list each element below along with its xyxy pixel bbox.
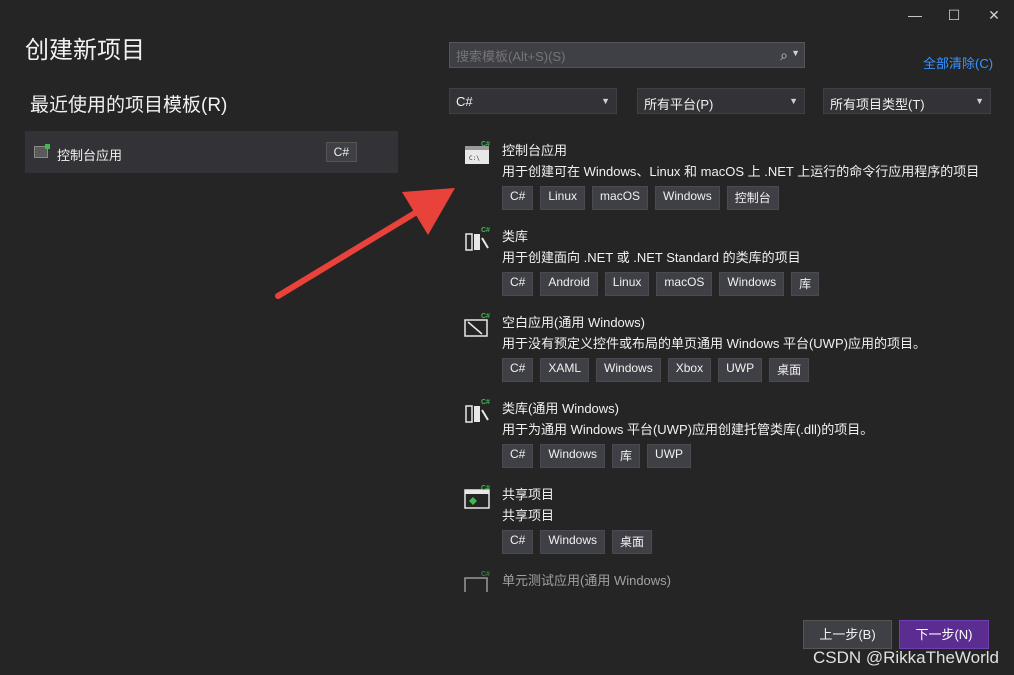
- svg-text:C#: C#: [481, 399, 490, 406]
- tag: Linux: [540, 186, 586, 210]
- template-description: 用于创建可在 Windows、Linux 和 macOS 上 .NET 上运行的…: [502, 164, 980, 179]
- tag: 库: [612, 444, 641, 468]
- template-description: 用于没有预定义控件或布局的单页通用 Windows 平台(UWP)应用的项目。: [502, 336, 926, 351]
- template-name: 空白应用(通用 Windows): [502, 315, 646, 330]
- tag: Windows: [719, 272, 785, 296]
- svg-text:C#: C#: [481, 227, 490, 234]
- tag: C#: [502, 358, 534, 382]
- tag: Linux: [604, 272, 650, 296]
- tag: UWP: [718, 358, 763, 382]
- recent-template-label: 控制台应用: [57, 148, 123, 163]
- minimize-button[interactable]: —: [896, 4, 934, 26]
- svg-text:C#: C#: [481, 313, 490, 320]
- chevron-down-icon[interactable]: ▼: [791, 48, 800, 58]
- next-button[interactable]: 下一步(N): [899, 620, 989, 649]
- tag: 桌面: [769, 358, 810, 382]
- tag: macOS: [656, 272, 713, 296]
- chevron-down-icon: ▼: [789, 96, 798, 106]
- template-item[interactable]: C# 类库(通用 Windows) 用于为通用 Windows 平台(UWP)应…: [458, 398, 998, 468]
- template-item[interactable]: C# 单元测试应用(通用 Windows): [458, 570, 998, 592]
- template-name: 类库(通用 Windows): [502, 401, 620, 416]
- template-item[interactable]: C# 空白应用(通用 Windows) 用于没有预定义控件或布局的单页通用 Wi…: [458, 312, 998, 382]
- svg-text:C:\: C:\: [469, 155, 480, 162]
- search-box[interactable]: ⌕ ▼: [449, 42, 805, 68]
- tag: Windows: [540, 444, 606, 468]
- unit-test-icon: C#: [464, 571, 490, 592]
- class-library-icon: C#: [465, 227, 490, 251]
- tag: C#: [502, 530, 534, 554]
- search-input[interactable]: [454, 46, 768, 66]
- svg-text:C#: C#: [481, 485, 490, 492]
- tag: Windows: [655, 186, 720, 210]
- tag: XAML: [540, 358, 590, 382]
- tag: macOS: [592, 186, 649, 210]
- tag: UWP: [647, 444, 692, 468]
- svg-text:C#: C#: [481, 571, 490, 578]
- watermark: CSDN @RikkaTheWorld: [812, 648, 999, 667]
- recent-template-item[interactable]: 控制台应用 C#: [25, 131, 398, 173]
- shared-project-icon: C#: [464, 485, 490, 509]
- console-app-icon: C:\ C#: [465, 141, 490, 164]
- tag: C#: [502, 186, 534, 210]
- template-description: 用于创建面向 .NET 或 .NET Standard 的类库的项目: [502, 250, 801, 265]
- svg-text:C#: C#: [481, 141, 490, 148]
- template-item[interactable]: C# 类库 用于创建面向 .NET 或 .NET Standard 的类库的项目…: [458, 226, 998, 296]
- template-name: 单元测试应用(通用 Windows): [502, 573, 672, 588]
- tag: Android: [540, 272, 598, 296]
- language-filter-value: C#: [456, 94, 473, 109]
- chevron-down-icon: ▼: [601, 96, 610, 106]
- back-button[interactable]: 上一步(B): [803, 620, 892, 649]
- tag: Windows: [540, 530, 606, 554]
- recent-templates-heading: 最近使用的项目模板(R): [30, 95, 228, 116]
- template-tags: C# Windows 桌面: [502, 530, 653, 554]
- template-item[interactable]: C# 共享项目 共享项目 C# Windows 桌面: [458, 484, 998, 554]
- tag: Windows: [596, 358, 661, 382]
- platform-filter-value: 所有平台(P): [644, 97, 714, 112]
- close-button[interactable]: ✕: [975, 4, 1013, 26]
- clear-all-link[interactable]: 全部清除(C): [923, 53, 993, 72]
- tag: Xbox: [667, 358, 712, 382]
- console-app-icon: [34, 144, 50, 158]
- language-tag: C#: [325, 142, 357, 162]
- class-library-icon: C#: [465, 399, 490, 423]
- maximize-button[interactable]: ☐: [935, 4, 973, 26]
- template-tags: C# Android Linux macOS Windows 库: [502, 272, 820, 296]
- template-tags: C# XAML Windows Xbox UWP 桌面: [502, 358, 810, 382]
- template-tags: C# Windows 库 UWP: [502, 444, 692, 468]
- template-tags: C# Linux macOS Windows 控制台: [502, 186, 779, 210]
- blank-app-icon: C#: [464, 313, 490, 337]
- tag: C#: [502, 272, 534, 296]
- annotation-arrow: [275, 188, 455, 299]
- template-name: 共享项目: [502, 487, 555, 502]
- tag: 控制台: [726, 186, 779, 210]
- template-description: 共享项目: [502, 508, 555, 523]
- tag: C#: [502, 444, 534, 468]
- platform-filter[interactable]: 所有平台(P) ▼: [637, 88, 805, 114]
- chevron-down-icon: ▼: [975, 96, 984, 106]
- tag: 库: [791, 272, 820, 296]
- template-item[interactable]: C:\ C# 控制台应用 用于创建可在 Windows、Linux 和 macO…: [458, 140, 998, 210]
- language-filter[interactable]: C# ▼: [449, 88, 617, 114]
- tag: 桌面: [612, 530, 653, 554]
- search-icon[interactable]: ⌕: [780, 47, 788, 64]
- template-name: 控制台应用: [502, 143, 568, 158]
- project-type-filter-value: 所有项目类型(T): [830, 97, 925, 112]
- template-name: 类库: [502, 229, 529, 244]
- template-description: 用于为通用 Windows 平台(UWP)应用创建托管类库(.dll)的项目。: [502, 422, 874, 437]
- project-type-filter[interactable]: 所有项目类型(T) ▼: [823, 88, 991, 114]
- page-title: 创建新项目: [25, 37, 145, 64]
